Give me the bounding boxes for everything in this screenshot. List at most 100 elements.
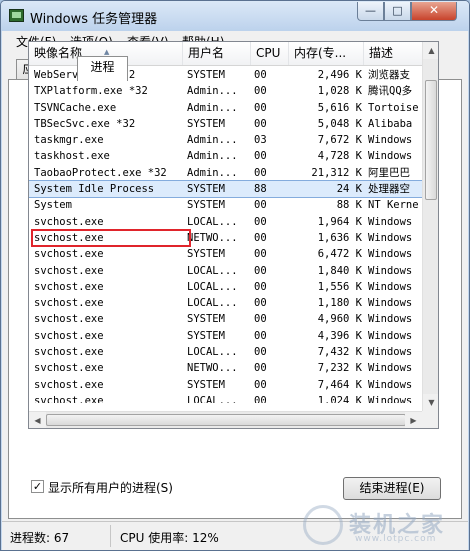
minimize-button[interactable]: —: [357, 2, 384, 21]
process-row[interactable]: svchost.exe LOCAL... 00 1,964 K Windows: [29, 214, 422, 230]
process-memory: 7,232 K: [317, 362, 362, 375]
column-user-name[interactable]: 用户名: [183, 42, 251, 65]
process-row[interactable]: taskhost.exe Admin... 00 4,728 K Windows: [29, 148, 422, 164]
process-user: LOCAL...: [187, 280, 238, 293]
process-cpu: 00: [254, 117, 267, 130]
process-name: svchost.exe: [34, 378, 104, 391]
process-cpu: 00: [254, 297, 267, 310]
process-memory: 1,964 K: [317, 215, 362, 228]
process-row[interactable]: TSVNCache.exe Admin... 00 5,616 K Tortoise: [29, 100, 422, 116]
process-row[interactable]: svchost.exe SYSTEM 00 4,960 K Windows: [29, 311, 422, 327]
process-cpu: 00: [254, 85, 267, 98]
process-row[interactable]: TXPlatform.exe *32 Admin... 00 1,028 K 腾讯QQ多: [29, 83, 422, 99]
process-cpu: 03: [254, 134, 267, 147]
process-user: LOCAL...: [187, 297, 238, 310]
process-description: 处理器空: [368, 183, 410, 196]
process-row[interactable]: TaobaoProtect.exe *32 Admin... 00 21,312 K 阿…: [29, 165, 422, 181]
horizontal-scrollbar[interactable]: ◀ ▶: [29, 411, 422, 428]
process-name: svchost.exe: [34, 248, 104, 261]
process-name: TSVNCache.exe: [34, 101, 117, 114]
process-name: TBSecSvc.exe *32: [34, 117, 136, 130]
process-row[interactable]: svchost.exe SYSTEM 00 6,472 K Windows: [29, 246, 422, 262]
process-row[interactable]: svchost.exe NETWO... 00 1,636 K Windows: [29, 230, 422, 246]
process-cpu: 00: [254, 394, 267, 403]
process-row[interactable]: System Idle Process SYSTEM 88 24 K 处理器空: [29, 180, 422, 199]
process-memory: 2,496 K: [317, 69, 362, 81]
process-row[interactable]: svchost.exe LOCAL... 00 1,840 K Windows: [29, 263, 422, 279]
vertical-scrollbar[interactable]: ▲ ▼: [422, 42, 438, 411]
process-user: LOCAL...: [187, 346, 238, 359]
window-title: Windows 任务管理器: [30, 12, 158, 27]
vertical-scroll-thumb[interactable]: [425, 80, 437, 200]
process-name: svchost.exe: [34, 329, 104, 342]
process-description: Windows: [368, 394, 413, 403]
process-memory: 24 K: [336, 183, 362, 196]
process-count: 进程数: 67: [10, 531, 70, 545]
process-cpu: 00: [254, 329, 267, 342]
show-all-users-checkbox[interactable]: ✓: [31, 480, 44, 493]
process-name: svchost.exe: [34, 297, 104, 310]
scroll-right-icon[interactable]: ▶: [405, 412, 422, 428]
maximize-button[interactable]: □: [384, 2, 411, 21]
process-cpu: 88: [254, 183, 267, 196]
process-name: svchost.exe: [34, 313, 104, 326]
process-cpu: 00: [254, 264, 267, 277]
process-description: Windows: [368, 231, 413, 244]
process-row[interactable]: svchost.exe SYSTEM 00 4,396 K Windows: [29, 328, 422, 344]
process-name: svchost.exe: [34, 215, 104, 228]
process-description: Windows: [368, 297, 413, 310]
scroll-left-icon[interactable]: ◀: [29, 412, 46, 428]
scroll-down-icon[interactable]: ▼: [423, 394, 438, 411]
process-name: svchost.exe: [34, 394, 104, 403]
process-row[interactable]: System SYSTEM 00 88 K NT Kerne: [29, 197, 422, 213]
process-row[interactable]: svchost.exe LOCAL... 00 1,556 K Windows: [29, 279, 422, 295]
process-memory: 7,672 K: [317, 134, 362, 147]
column-description[interactable]: 描述: [364, 42, 422, 65]
process-memory: 21,312 K: [311, 166, 362, 179]
process-memory: 1,180 K: [317, 297, 362, 310]
process-user: SYSTEM: [187, 69, 225, 81]
process-user: LOCAL...: [187, 215, 238, 228]
tab-processes[interactable]: 进程: [77, 56, 128, 81]
process-description: Windows: [368, 248, 413, 261]
process-description: Tortoise: [368, 101, 419, 114]
process-description: Windows: [368, 134, 413, 147]
process-description: Windows: [368, 264, 413, 277]
process-user: NETWO...: [187, 231, 238, 244]
process-description: Windows: [368, 150, 413, 163]
process-memory: 5,616 K: [317, 101, 362, 114]
process-name: svchost.exe: [34, 280, 104, 293]
title-bar[interactable]: Windows 任务管理器 — □ ✕: [1, 1, 469, 31]
process-user: SYSTEM: [187, 199, 225, 212]
process-row[interactable]: svchost.exe LOCAL... 00 7,432 K Windows: [29, 344, 422, 360]
process-row[interactable]: svchost.exe NETWO... 00 7,232 K Windows: [29, 360, 422, 376]
process-memory: 88 K: [336, 199, 362, 212]
process-cpu: 00: [254, 362, 267, 375]
process-description: Windows: [368, 362, 413, 375]
task-manager-window: Windows 任务管理器 — □ ✕ 文件(F) 选项(O) 查看(V) 帮助…: [0, 0, 470, 551]
process-memory: 1,028 K: [317, 85, 362, 98]
process-user: SYSTEM: [187, 313, 225, 326]
process-name: svchost.exe: [34, 362, 104, 375]
process-row[interactable]: svchost.exe SYSTEM 00 7,464 K Windows: [29, 377, 422, 393]
process-row[interactable]: taskmgr.exe Admin... 03 7,672 K Windows: [29, 132, 422, 148]
process-memory: 1,636 K: [317, 231, 362, 244]
scroll-up-icon[interactable]: ▲: [423, 42, 438, 59]
process-row[interactable]: TBSecSvc.exe *32 SYSTEM 00 5,048 K Alibaba: [29, 116, 422, 132]
process-user: SYSTEM: [187, 378, 225, 391]
process-memory: 4,396 K: [317, 329, 362, 342]
column-memory[interactable]: 内存(专...: [289, 42, 364, 65]
end-process-button[interactable]: 结束进程(E): [343, 477, 441, 500]
process-name: svchost.exe: [34, 346, 104, 359]
horizontal-scroll-thumb[interactable]: [46, 414, 406, 426]
process-rows: WebServe.exe *32SYSTEM002,496 K浏览器支TXPla…: [29, 67, 422, 403]
process-row[interactable]: svchost.exe LOCAL... 00 1,024 K Windows: [29, 393, 422, 403]
cpu-usage: CPU 使用率: 12%: [120, 531, 219, 545]
process-memory: 1,840 K: [317, 264, 362, 277]
process-memory: 7,464 K: [317, 378, 362, 391]
process-memory: 5,048 K: [317, 117, 362, 130]
process-row[interactable]: svchost.exe LOCAL... 00 1,180 K Windows: [29, 295, 422, 311]
close-button[interactable]: ✕: [411, 2, 457, 21]
process-cpu: 00: [254, 280, 267, 293]
column-cpu[interactable]: CPU: [251, 42, 289, 65]
